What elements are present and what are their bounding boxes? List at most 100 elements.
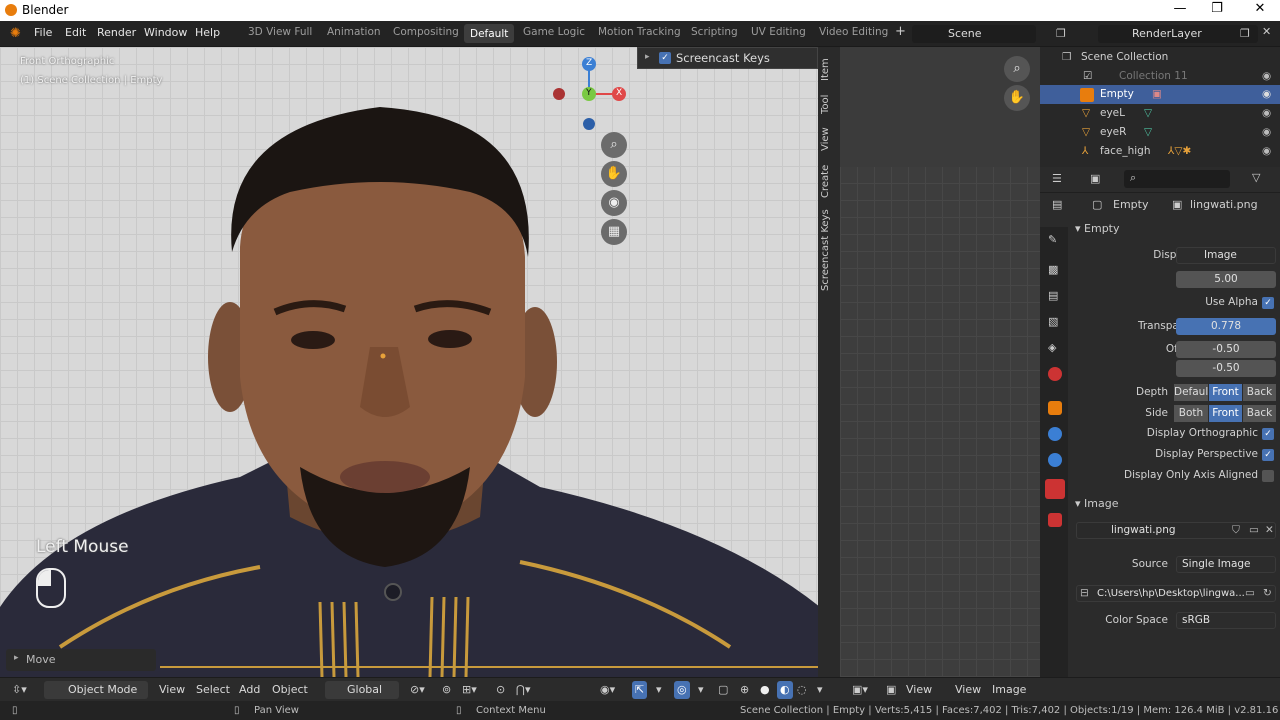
fake-user-icon[interactable]: ⛉: [1232, 523, 1240, 538]
display-as-dropdown[interactable]: Image: [1176, 247, 1276, 264]
image-editor-type-icon[interactable]: ▣▾: [852, 683, 868, 696]
source-dropdown[interactable]: Single Image: [1176, 556, 1276, 573]
screencast-enable-checkbox[interactable]: ✓: [659, 52, 671, 64]
grid-view-icon[interactable]: ▦: [601, 219, 627, 245]
tab-view[interactable]: View: [820, 123, 838, 155]
menu-window[interactable]: Window: [144, 26, 187, 39]
depth-back-option[interactable]: Back: [1243, 384, 1276, 401]
visibility-icon[interactable]: ◉▾: [600, 683, 615, 696]
eye-icon[interactable]: ◉: [1262, 123, 1271, 142]
3d-viewport[interactable]: Front Orthographic (1) Scene Collection …: [0, 47, 820, 677]
filepath-field[interactable]: ⊟ C:\Users\hp\Desktop\lingwa... ▭ ↻: [1076, 585, 1276, 602]
properties-search-input[interactable]: ⌕: [1124, 170, 1230, 188]
offset-y-field[interactable]: -0.50: [1176, 360, 1276, 377]
editor-type-icon[interactable]: ⇳▾: [12, 683, 27, 696]
editor-zoom-icon[interactable]: ⌕: [1004, 56, 1030, 82]
navigation-gizmo[interactable]: [548, 53, 638, 138]
gizmo-toggle-icon[interactable]: ⇱: [632, 681, 648, 699]
editor-pan-icon[interactable]: ✋: [1004, 85, 1030, 111]
outliner-item[interactable]: ☑ Collection 11 ◉: [1040, 67, 1280, 86]
expand-icon[interactable]: ▸: [14, 653, 19, 663]
tab-game-logic[interactable]: Game Logic: [523, 26, 585, 38]
display-axis-checkbox[interactable]: [1262, 470, 1274, 482]
pack-icon[interactable]: ⊟: [1080, 586, 1089, 601]
properties-type-icon[interactable]: ▤: [1052, 198, 1062, 211]
outliner-root[interactable]: ❒ Scene Collection: [1040, 48, 1280, 67]
copy-scene-icon[interactable]: ❐: [1056, 27, 1066, 40]
unlink-image-icon[interactable]: ✕: [1265, 523, 1274, 538]
tab-compositing[interactable]: Compositing: [393, 26, 459, 38]
filter-icon[interactable]: ▽: [1252, 171, 1260, 184]
scene-icon[interactable]: ◈: [1048, 341, 1062, 355]
editor-type-icon[interactable]: ☰: [1052, 172, 1062, 185]
falloff-icon[interactable]: ⋂▾: [516, 683, 531, 696]
close-button[interactable]: ✕: [1250, 1, 1270, 16]
menu-select[interactable]: Select: [196, 683, 230, 696]
scene-selector[interactable]: Scene: [912, 25, 1036, 43]
image-view-dropdown[interactable]: View: [906, 683, 932, 696]
outliner-item[interactable]: Empty ▣ ◉: [1040, 85, 1280, 104]
orientation-dropdown[interactable]: Global: [325, 681, 399, 699]
screencast-keys-panel[interactable]: ▸ ✓ Screencast Keys: [637, 47, 818, 69]
transparency-slider[interactable]: 0.778: [1176, 318, 1276, 335]
view-layer-icon[interactable]: ▧: [1048, 315, 1062, 329]
tab-animation[interactable]: Animation: [327, 26, 381, 38]
material-shading-icon[interactable]: ◐: [777, 681, 793, 699]
offset-x-field[interactable]: -0.50: [1176, 341, 1276, 358]
display-ortho-checkbox[interactable]: ✓: [1262, 428, 1274, 440]
collection-checkbox-icon[interactable]: ☑: [1083, 67, 1092, 86]
tool-icon[interactable]: ✎: [1048, 233, 1062, 247]
constraints-icon[interactable]: [1048, 453, 1062, 467]
outliner-item[interactable]: ⅄ face_high ⅄▽✱ ◉: [1040, 142, 1280, 161]
menu-edit[interactable]: Edit: [65, 26, 86, 39]
eye-icon[interactable]: ◉: [1262, 67, 1271, 86]
wireframe-shading-icon[interactable]: ⊕: [740, 683, 749, 696]
tab-3d-view-full[interactable]: 3D View Full: [248, 26, 312, 38]
depth-default-option[interactable]: Defaul: [1174, 384, 1208, 401]
side-both-option[interactable]: Both: [1174, 405, 1208, 422]
tab-create[interactable]: Create: [820, 161, 838, 201]
depth-front-option[interactable]: Front: [1209, 384, 1242, 401]
rendered-shading-icon[interactable]: ◌: [797, 683, 807, 696]
image-view-mode-icon[interactable]: ▣: [886, 683, 896, 696]
tab-tool[interactable]: Tool: [820, 91, 838, 117]
tab-video-editing[interactable]: Video Editing: [819, 26, 888, 38]
gizmo-dropdown-icon[interactable]: ▾: [656, 683, 662, 696]
eye-icon[interactable]: ◉: [1262, 104, 1271, 123]
image-menu-image[interactable]: Image: [992, 683, 1026, 696]
use-alpha-checkbox[interactable]: ✓: [1262, 297, 1274, 309]
side-front-option[interactable]: Front: [1209, 405, 1242, 422]
tab-uv-editing[interactable]: UV Editing: [751, 26, 806, 38]
overlays-toggle-icon[interactable]: ◎: [674, 681, 690, 699]
browse-file-icon[interactable]: ▭: [1245, 586, 1255, 601]
image-name-field[interactable]: lingwati.png: [1111, 523, 1176, 538]
tab-item[interactable]: Item: [820, 55, 838, 85]
minimize-button[interactable]: —: [1170, 1, 1190, 16]
physics-icon[interactable]: [1048, 427, 1062, 441]
menu-render[interactable]: Render: [97, 26, 136, 39]
texture-icon[interactable]: [1048, 513, 1062, 527]
solid-shading-icon[interactable]: ●: [760, 683, 770, 696]
side-back-option[interactable]: Back: [1243, 405, 1276, 422]
snap-target-icon[interactable]: ⊞▾: [462, 683, 477, 696]
reload-icon[interactable]: ↻: [1263, 586, 1272, 601]
shading-dropdown-icon[interactable]: ▾: [817, 683, 823, 696]
overlays-dropdown-icon[interactable]: ▾: [698, 683, 704, 696]
pan-hand-icon[interactable]: ✋: [601, 161, 627, 187]
object-data-icon[interactable]: [1045, 479, 1065, 499]
add-workspace-icon[interactable]: +: [895, 24, 906, 39]
image-editor-area[interactable]: ⌕ ✋: [840, 47, 1040, 677]
blender-menu-icon[interactable]: ✺: [10, 26, 21, 41]
tab-motion-tracking[interactable]: Motion Tracking: [598, 26, 681, 38]
menu-file[interactable]: File: [34, 26, 52, 39]
output-icon[interactable]: ▤: [1048, 289, 1062, 303]
section-empty-header[interactable]: ▾ Empty: [1075, 222, 1120, 235]
menu-help[interactable]: Help: [195, 26, 220, 39]
display-mode-icon[interactable]: ▣: [1090, 172, 1100, 185]
mode-dropdown[interactable]: Object Mode: [44, 681, 148, 699]
open-image-icon[interactable]: ▭: [1249, 523, 1259, 538]
eye-icon[interactable]: ◉: [1262, 142, 1271, 161]
maximize-button[interactable]: ❐: [1207, 1, 1227, 16]
outliner-item[interactable]: ▽ eyeR ▽ ◉: [1040, 123, 1280, 142]
tab-screencast-keys[interactable]: Screencast Keys: [820, 207, 838, 293]
